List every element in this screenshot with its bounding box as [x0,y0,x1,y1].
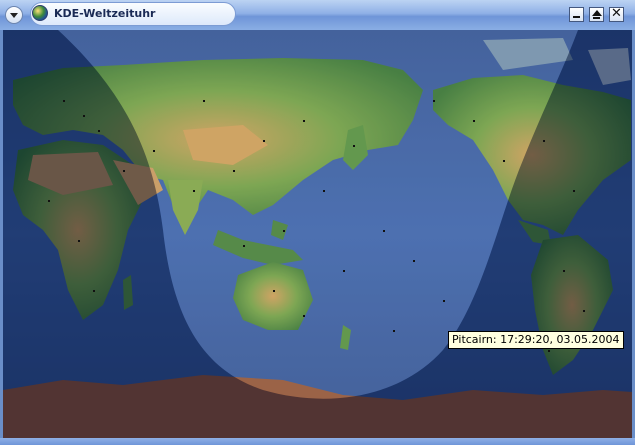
world-map[interactable]: Pitcairn: 17:29:20, 03.05.2004 [3,30,632,438]
minimize-button[interactable] [569,7,584,22]
globe-icon [32,5,48,21]
world-map-image[interactable] [3,30,632,438]
window-title: KDE-Weltzeituhr [54,7,156,20]
app-window: KDE-Weltzeituhr ✕ Pitcairn: 17:29:20, 03… [0,0,635,445]
close-icon: ✕ [611,6,622,21]
maximize-button[interactable] [589,7,604,22]
close-button[interactable]: ✕ [609,6,624,22]
title-bar[interactable]: KDE-Weltzeituhr ✕ [0,0,635,30]
window-menu-button[interactable] [5,6,23,24]
city-tooltip: Pitcairn: 17:29:20, 03.05.2004 [448,331,624,349]
window-bottom-border[interactable] [0,438,635,445]
